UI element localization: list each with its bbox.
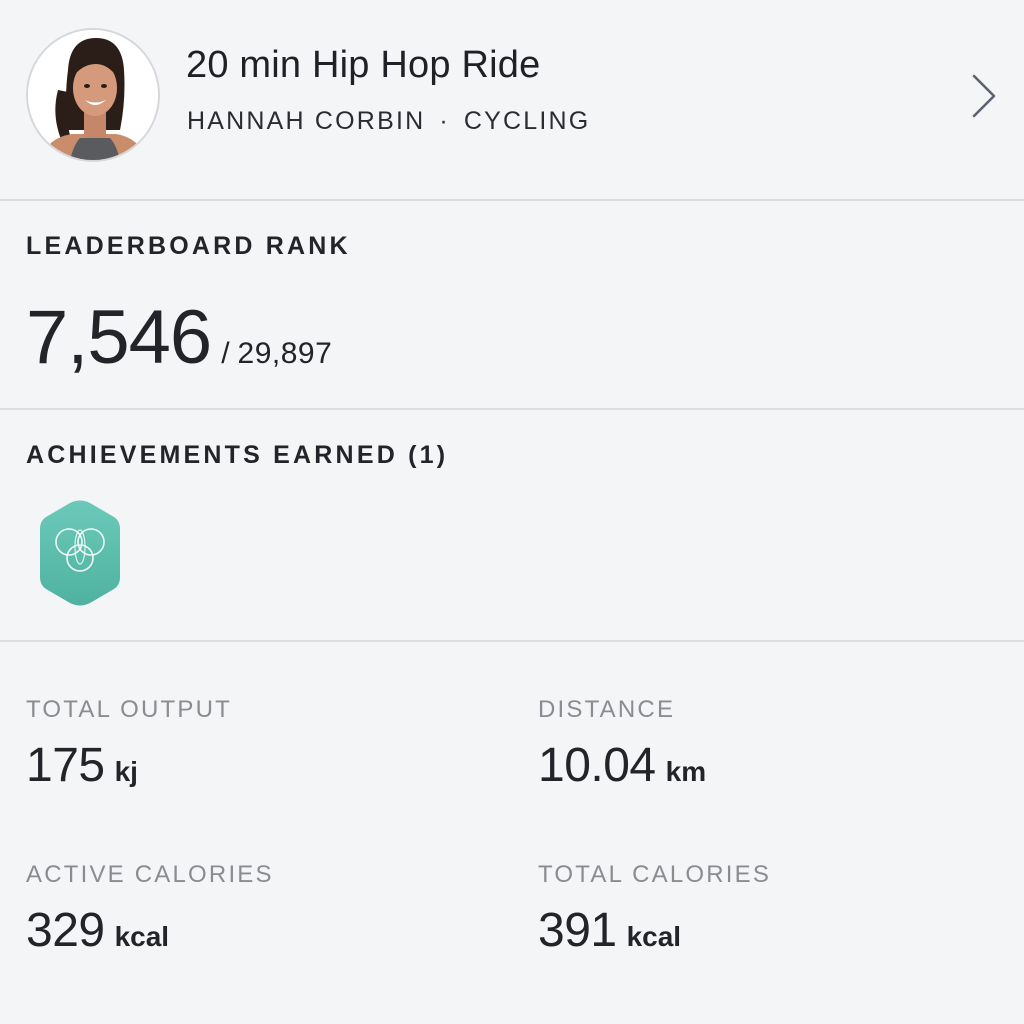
- achievement-badge-icon[interactable]: [38, 499, 122, 607]
- achievements-section: ACHIEVEMENTS EARNED (1): [0, 411, 1024, 642]
- stat-label: ACTIVE CALORIES: [26, 861, 274, 888]
- active-calories-stat: ACTIVE CALORIES 329 kcal: [26, 861, 486, 958]
- stat-unit: kj: [114, 756, 138, 787]
- class-title: 20 min Hip Hop Ride: [186, 44, 541, 86]
- instructor-name: HANNAH CORBIN: [187, 107, 426, 135]
- stat-value: 329: [26, 904, 105, 957]
- stat-value: 10.04: [538, 739, 656, 792]
- stat-unit: km: [665, 756, 707, 787]
- leaderboard-rank: 7,546 / 29,897: [26, 294, 332, 381]
- instructor-avatar: [26, 28, 160, 162]
- meta-separator: ·: [439, 107, 450, 135]
- stat-value: 175: [26, 739, 105, 792]
- leaderboard-section: LEADERBOARD RANK 7,546 / 29,897: [0, 202, 1024, 410]
- total-calories-stat: TOTAL CALORIES 391 kcal: [538, 861, 998, 958]
- stat-label: TOTAL CALORIES: [538, 861, 772, 888]
- instructor-photo-icon: [28, 30, 158, 160]
- rank-separator: /: [221, 337, 230, 370]
- stat-unit: kcal: [114, 921, 170, 952]
- class-discipline: CYCLING: [463, 107, 591, 135]
- class-meta: HANNAH CORBIN · CYCLING: [187, 107, 590, 136]
- rank-total: 29,897: [237, 337, 333, 370]
- rank-value: 7,546: [26, 295, 212, 380]
- chevron-right-icon[interactable]: [962, 70, 1006, 122]
- total-output-stat: TOTAL OUTPUT 175 kj: [26, 696, 486, 793]
- stat-value: 391: [538, 904, 617, 957]
- stat-label: TOTAL OUTPUT: [26, 696, 232, 723]
- class-header[interactable]: 20 min Hip Hop Ride HANNAH CORBIN · CYCLIN…: [0, 0, 1024, 201]
- distance-stat: DISTANCE 10.04 km: [538, 696, 998, 793]
- leaderboard-title: LEADERBOARD RANK: [26, 232, 351, 260]
- achievements-title: ACHIEVEMENTS EARNED (1): [26, 441, 449, 469]
- stat-unit: kcal: [626, 921, 682, 952]
- stat-label: DISTANCE: [538, 696, 676, 723]
